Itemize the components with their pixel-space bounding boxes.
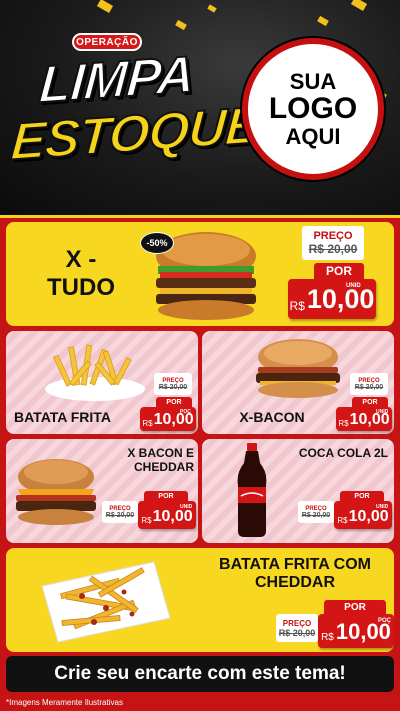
por-label: POR <box>340 491 384 501</box>
old-price: R$ 20,00 <box>354 383 384 391</box>
por-label: POR <box>314 263 364 279</box>
product-name: X - TUDO <box>47 246 115 301</box>
old-price-box: PREÇO R$ 20,00 <box>302 226 364 260</box>
cta-text: Crie seu encarte com este tema! <box>54 663 346 684</box>
old-price-box: PREÇO R$ 20,00 <box>350 373 388 395</box>
unit-label: UNID <box>180 504 193 510</box>
unit-label: POÇ <box>180 409 191 415</box>
discount-badge: -50% <box>140 232 174 254</box>
preco-label: PREÇO <box>282 618 312 628</box>
confetti-decoration <box>207 4 217 13</box>
current-price-box: R$ 10,00 POÇ <box>318 614 394 648</box>
product-card-batata-frita: BATATA FRITA PREÇO R$ 20,00 POR R$ 10,00… <box>6 331 198 434</box>
logo-text-2: LOGO <box>268 92 358 126</box>
por-label: POR <box>352 397 388 407</box>
old-price-box: PREÇO R$ 20,00 <box>154 373 192 395</box>
old-price: R$ 20,00 <box>278 627 316 638</box>
current-price-box: R$ 10,00 UNID <box>334 501 392 529</box>
product-card-x-bacon: X-BACON PREÇO R$ 20,00 POR R$ 10,00 UNID <box>202 331 394 434</box>
current-price-box: R$ 10,00 UNID <box>138 501 196 529</box>
old-price-box: PREÇO R$ 20,00 <box>276 614 318 642</box>
unit-label: POÇ <box>378 618 392 624</box>
current-price: 10,00 <box>348 508 389 525</box>
burger-icon <box>16 459 96 525</box>
product-name: BATATA FRITA <box>14 409 111 425</box>
confetti-decoration <box>350 0 368 11</box>
old-price: R$ 20,00 <box>308 242 358 256</box>
current-price-box: R$ 10,00 UNID <box>288 279 376 319</box>
currency: R$ <box>141 516 152 525</box>
old-price-box: PREÇO R$ 20,00 <box>298 501 334 523</box>
currency: R$ <box>142 419 153 428</box>
unit-label: UNID <box>376 504 389 510</box>
por-label: POR <box>156 397 192 407</box>
currency: R$ <box>289 299 305 313</box>
currency: R$ <box>338 419 349 428</box>
por-label: POR <box>324 600 386 614</box>
por-label: POR <box>144 491 188 501</box>
old-price: R$ 20,00 <box>301 511 331 519</box>
cta-banner[interactable]: Crie seu encarte com este tema! <box>6 656 394 692</box>
disclaimer: *Imagens Meramente Ilustrativas <box>6 698 123 707</box>
product-card-batata-cheddar: BATATA FRITA COM CHEDDAR PREÇO R$ 20,00 … <box>6 548 394 652</box>
old-price: R$ 20,00 <box>105 511 135 519</box>
operation-badge-text: OPERAÇÃO <box>76 36 138 48</box>
unit-label: UNID <box>376 409 389 415</box>
current-price-box: R$ 10,00 UNID <box>336 407 392 431</box>
product-name: X-BACON <box>239 409 305 425</box>
current-price: 10,00 <box>335 619 391 644</box>
current-price-box: R$ 10,00 POÇ <box>140 407 196 431</box>
currency: R$ <box>337 516 348 525</box>
confetti-decoration <box>96 0 114 13</box>
currency: R$ <box>321 632 334 643</box>
old-price-box: PREÇO R$ 20,00 <box>102 501 138 523</box>
product-card-x-tudo: X - TUDO -50% PREÇO R$ 20,00 POR R$ 10,0… <box>6 222 394 326</box>
old-price: R$ 20,00 <box>158 383 188 391</box>
fries-icon <box>45 344 145 401</box>
header: OPERAÇÃO LIMPA ESTOQUE SUA LOGO AQUI <box>0 0 400 215</box>
soda-bottle-icon <box>237 443 267 537</box>
fries-icon <box>41 561 171 643</box>
preco-label: PREÇO <box>313 230 353 242</box>
logo-text-1: SUA <box>289 69 337 95</box>
product-card-coca-cola: COCA COLA 2L PREÇO R$ 20,00 POR R$ 10,00… <box>202 439 394 543</box>
logo-placeholder: SUA LOGO AQUI <box>242 38 384 180</box>
current-price: 10,00 <box>152 508 193 525</box>
product-name: COCA COLA 2L <box>298 446 388 460</box>
confetti-decoration <box>317 15 329 27</box>
current-price: 10,00 <box>306 284 375 314</box>
product-card-x-bacon-cheddar: X BACON E CHEDDAR PREÇO R$ 20,00 POR R$ … <box>6 439 198 543</box>
confetti-decoration <box>175 19 187 31</box>
flyer: OPERAÇÃO LIMPA ESTOQUE SUA LOGO AQUI X -… <box>0 0 400 711</box>
burger-icon <box>256 339 340 398</box>
product-name: BATATA FRITA COM CHEDDAR <box>219 556 371 592</box>
unit-label: UNID <box>346 283 361 289</box>
product-name: X BACON E CHEDDAR <box>127 446 194 474</box>
logo-text-3: AQUI <box>285 123 341 149</box>
